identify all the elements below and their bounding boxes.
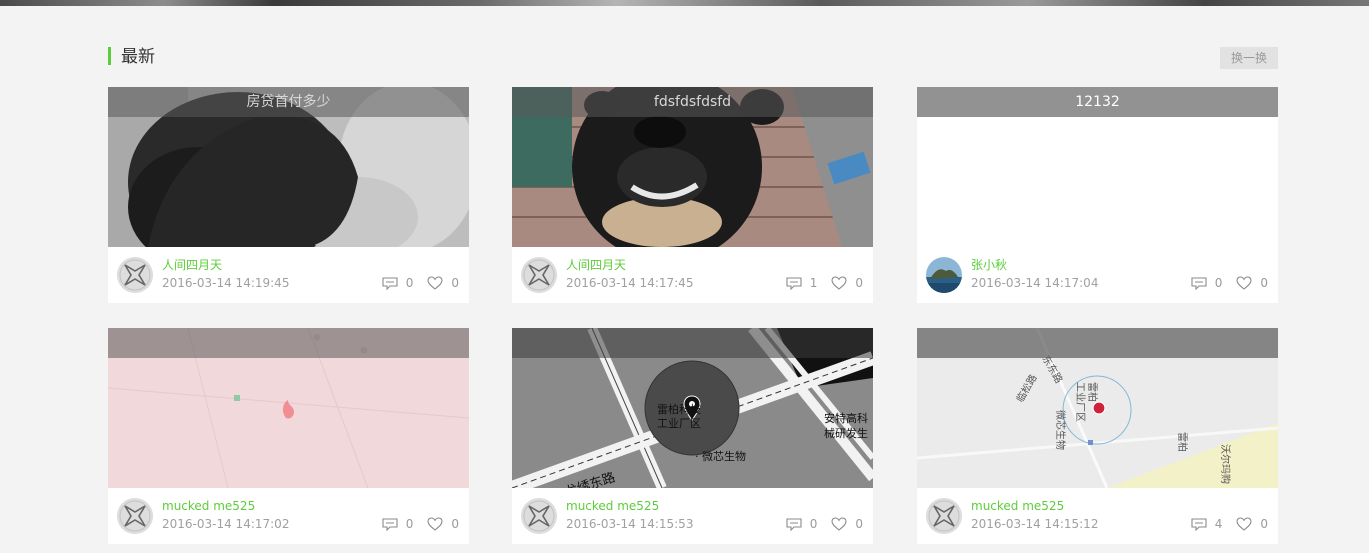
post-title-bar[interactable] [108, 328, 469, 358]
svg-text:雷柏: 雷柏 [1086, 382, 1099, 402]
post-card[interactable]: ⊕ ⊕ mucked me525 2016-03-14 14:17:02 0 0 [108, 328, 469, 544]
post-time: 2016-03-14 14:17:04 [971, 276, 1099, 290]
default-avatar-icon[interactable] [117, 257, 153, 293]
svg-text:安特高科: 安特高科 [824, 411, 868, 425]
like-count-value: 0 [855, 517, 863, 531]
user-avatar[interactable] [926, 257, 962, 293]
post-card[interactable]: 雷柏科技 工业厂区 安特高科 械研发生 · 微芯生物 龙绣东路 mucked m… [512, 328, 873, 544]
post-time: 2016-03-14 14:15:53 [566, 517, 694, 531]
svg-text:· 微芯生物: · 微芯生物 [695, 449, 746, 463]
post-meta: mucked me525 2016-03-14 14:15:53 0 0 [512, 488, 873, 544]
like-count[interactable]: 0 [1236, 517, 1268, 531]
like-count[interactable]: 0 [427, 276, 459, 290]
like-count-value: 0 [855, 276, 863, 290]
like-count-value: 0 [451, 517, 459, 531]
post-meta: mucked me525 2016-03-14 14:17:02 0 0 [108, 488, 469, 544]
like-count-value: 0 [1260, 276, 1268, 290]
like-count[interactable]: 0 [831, 517, 863, 531]
post-time: 2016-03-14 14:17:45 [566, 276, 694, 290]
svg-text:雷柏: 雷柏 [1176, 432, 1189, 452]
map-label-district: 雷柏科技 [657, 402, 701, 416]
comment-icon [786, 276, 802, 290]
comment-count[interactable]: 0 [382, 276, 414, 290]
comment-count[interactable]: 0 [1191, 276, 1223, 290]
comment-count[interactable]: 1 [786, 276, 818, 290]
svg-text:微芯生物: 微芯生物 [1054, 410, 1067, 450]
comment-count-value: 4 [1214, 517, 1223, 531]
post-stats: 1 0 [786, 275, 863, 291]
swap-button[interactable]: 换一换 [1220, 47, 1278, 69]
heart-icon [831, 276, 847, 290]
post-meta: 人间四月天 2016-03-14 14:17:45 1 0 [512, 247, 873, 303]
post-title[interactable]: 房贷首付多少 [108, 87, 469, 117]
post-stats: 0 0 [1191, 275, 1268, 291]
author-name[interactable]: 张小秋 [971, 257, 1007, 273]
section-title: 最新 [121, 47, 155, 67]
like-count-value: 0 [451, 276, 459, 290]
svg-text:工业厂区: 工业厂区 [1074, 382, 1086, 422]
comment-icon [1191, 276, 1207, 290]
heart-icon [427, 517, 443, 531]
post-thumbnail[interactable]: 房贷首付多少 [108, 87, 469, 247]
like-count-value: 0 [1260, 517, 1268, 531]
comment-icon [382, 276, 398, 290]
author-name[interactable]: mucked me525 [971, 498, 1064, 514]
default-avatar-icon[interactable] [926, 498, 962, 534]
post-time: 2016-03-14 14:17:02 [162, 517, 290, 531]
post-card[interactable]: 雷柏 工业厂区 微芯生物 雷柏 沃尔玛购 东东路 临松路 mucked me52… [917, 328, 1278, 544]
svg-text:沃尔玛购: 沃尔玛购 [1219, 444, 1232, 484]
post-meta: mucked me525 2016-03-14 14:15:12 4 0 [917, 488, 1278, 544]
heart-icon [427, 276, 443, 290]
like-count[interactable]: 0 [427, 517, 459, 531]
comment-count[interactable]: 0 [786, 517, 818, 531]
post-meta: 人间四月天 2016-03-14 14:19:45 0 0 [108, 247, 469, 303]
post-thumbnail[interactable]: ⊕ ⊕ [108, 328, 469, 488]
default-avatar-icon[interactable] [521, 257, 557, 293]
comment-count-value: 0 [1214, 276, 1223, 290]
comment-count-value: 0 [405, 517, 414, 531]
post-title[interactable]: fdsfdsfdsfd [512, 87, 873, 117]
author-name[interactable]: 人间四月天 [162, 257, 222, 273]
default-avatar-icon[interactable] [521, 498, 557, 534]
comment-icon [1191, 517, 1207, 531]
like-count[interactable]: 0 [831, 276, 863, 290]
post-time: 2016-03-14 14:19:45 [162, 276, 290, 290]
section-accent-bar [108, 47, 111, 65]
post-thumbnail[interactable]: 雷柏科技 工业厂区 安特高科 械研发生 · 微芯生物 龙绣东路 [512, 328, 873, 488]
heart-icon [831, 517, 847, 531]
post-title-bar[interactable] [512, 328, 873, 358]
top-banner [0, 0, 1369, 6]
comment-count-value: 0 [405, 276, 414, 290]
comment-count[interactable]: 0 [382, 517, 414, 531]
post-meta: 张小秋 2016-03-14 14:17:04 0 0 [917, 247, 1278, 303]
like-count[interactable]: 0 [1236, 276, 1268, 290]
svg-text:械研发生: 械研发生 [824, 426, 868, 440]
comment-icon [382, 517, 398, 531]
post-time: 2016-03-14 14:15:12 [971, 517, 1099, 531]
comment-count-value: 1 [809, 276, 818, 290]
author-name[interactable]: mucked me525 [162, 498, 255, 514]
heart-icon [1236, 517, 1252, 531]
post-card[interactable]: fdsfdsfdsfd 人间四月天 2016-03-14 14:17:45 1 … [512, 87, 873, 303]
post-thumbnail[interactable]: fdsfdsfdsfd [512, 87, 873, 247]
post-title[interactable]: 12132 [917, 87, 1278, 117]
comment-count[interactable]: 4 [1191, 517, 1223, 531]
svg-text:工业厂区: 工业厂区 [657, 417, 701, 430]
post-thumbnail[interactable]: 雷柏 工业厂区 微芯生物 雷柏 沃尔玛购 东东路 临松路 [917, 328, 1278, 488]
post-stats: 0 0 [786, 516, 863, 532]
post-card[interactable]: 房贷首付多少 人间四月天 2016-03-14 14:19:45 0 0 [108, 87, 469, 303]
post-stats: 0 0 [382, 275, 459, 291]
author-name[interactable]: mucked me525 [566, 498, 659, 514]
post-card[interactable]: 12132 张小秋 2016-03-14 14:17:04 0 0 [917, 87, 1278, 303]
author-name[interactable]: 人间四月天 [566, 257, 626, 273]
section-header: 最新 换一换 [108, 46, 1278, 69]
post-title-bar[interactable] [917, 328, 1278, 358]
post-stats: 0 0 [382, 516, 459, 532]
comment-icon [786, 517, 802, 531]
post-thumbnail[interactable]: 12132 [917, 87, 1278, 247]
heart-icon [1236, 276, 1252, 290]
default-avatar-icon[interactable] [117, 498, 153, 534]
post-stats: 4 0 [1191, 516, 1268, 532]
comment-count-value: 0 [809, 517, 818, 531]
